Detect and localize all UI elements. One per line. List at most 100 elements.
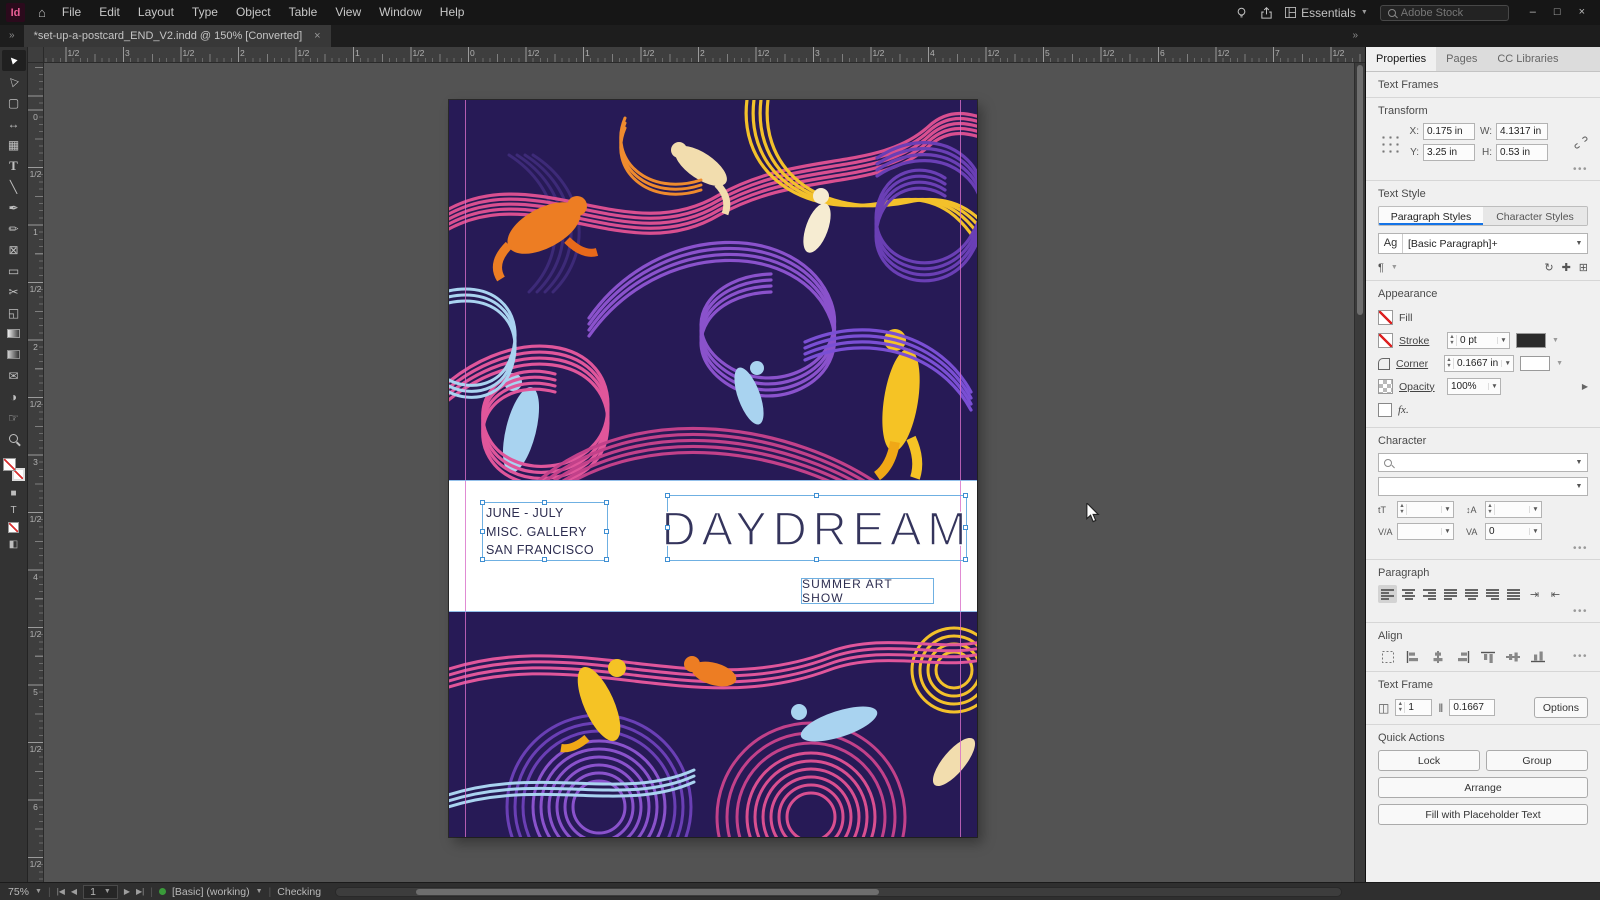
learn-bulb-icon[interactable] bbox=[1235, 6, 1248, 20]
opacity-label[interactable]: Opacity bbox=[1399, 381, 1441, 393]
stroke-style-swatch[interactable] bbox=[1516, 333, 1546, 348]
tab-pages[interactable]: Pages bbox=[1436, 47, 1487, 71]
align-left-button[interactable] bbox=[1378, 585, 1397, 603]
line-tool[interactable]: ╲ bbox=[2, 176, 26, 197]
chevron-right-icon[interactable]: ▶ bbox=[1582, 382, 1588, 391]
paragraph-style-select[interactable]: Ag [Basic Paragraph]+ ▼ bbox=[1378, 233, 1588, 254]
lock-button[interactable]: Lock bbox=[1378, 750, 1480, 771]
more-options-icon[interactable]: ••• bbox=[1378, 607, 1588, 617]
more-options-icon[interactable]: ••• bbox=[1378, 165, 1588, 175]
ruler-v[interactable]: 1/2 0 1/2 1 1/2 2 1/2 3 1/2 4 1/2 5 1/2 6 1/2 bbox=[28, 63, 44, 882]
selection-handle[interactable] bbox=[604, 528, 609, 534]
gap-tool[interactable]: ↔ bbox=[2, 113, 26, 134]
stroke-weight-value[interactable]: 0 pt bbox=[1457, 335, 1497, 346]
align-center-button[interactable] bbox=[1399, 585, 1418, 603]
redefine-style-icon[interactable]: ↻ bbox=[1544, 261, 1553, 274]
align-left-edges-button[interactable] bbox=[1403, 648, 1422, 665]
minimize-button[interactable]: – bbox=[1521, 0, 1545, 25]
pencil-tool[interactable]: ✏ bbox=[2, 218, 26, 239]
character-styles-tab[interactable]: Character Styles bbox=[1483, 207, 1587, 225]
stroke-color-swatch[interactable] bbox=[1378, 333, 1393, 348]
indesign-app-icon[interactable]: Id bbox=[6, 3, 25, 22]
justify-left-button[interactable] bbox=[1441, 585, 1460, 603]
dock-collapse-icon[interactable]: » bbox=[0, 25, 24, 47]
chevron-down-icon[interactable]: ▼ bbox=[1441, 506, 1453, 513]
screen-mode-icon[interactable]: ◧ bbox=[3, 536, 25, 553]
type-tool[interactable]: T bbox=[2, 155, 26, 176]
align-h-center-button[interactable] bbox=[1428, 648, 1447, 665]
selection-handle[interactable] bbox=[963, 525, 968, 530]
more-options-icon[interactable]: ••• bbox=[1573, 651, 1588, 661]
columns-stepper[interactable]: ▲ ▼ 1 bbox=[1395, 699, 1433, 716]
style-panel-icon[interactable]: ⊞ bbox=[1579, 261, 1588, 274]
selection-handle[interactable] bbox=[480, 528, 485, 534]
direct-selection-tool[interactable]: △ bbox=[2, 71, 26, 92]
home-icon[interactable]: ⌂ bbox=[31, 5, 53, 20]
vertical-scrollbar[interactable] bbox=[1354, 63, 1365, 882]
pen-tool[interactable]: ✒ bbox=[2, 197, 26, 218]
paragraph-mark-icon[interactable]: ¶ bbox=[1378, 262, 1384, 274]
indent-right-icon[interactable]: ⇤ bbox=[1546, 585, 1565, 603]
menu-edit[interactable]: Edit bbox=[90, 0, 129, 25]
zoom-tool[interactable] bbox=[2, 428, 26, 449]
hand-tool[interactable]: ☞ bbox=[2, 407, 26, 428]
subtitle-text-frame[interactable]: SUMMER ART SHOW bbox=[801, 577, 934, 605]
font-style-combo[interactable]: ▼ bbox=[1378, 477, 1588, 496]
horizontal-scrollbar-thumb[interactable] bbox=[416, 888, 879, 895]
effects-icon[interactable] bbox=[1378, 402, 1392, 417]
opacity-stepper[interactable]: 100% ▼ bbox=[1447, 378, 1501, 395]
justify-all-button[interactable] bbox=[1504, 585, 1523, 603]
panel-collapse-icon[interactable]: » bbox=[1352, 25, 1358, 47]
opacity-value[interactable]: 100% bbox=[1448, 381, 1488, 392]
menu-help[interactable]: Help bbox=[431, 0, 474, 25]
corner-radius-stepper[interactable]: ▲ ▼ 0.1667 in ▼ bbox=[1444, 355, 1515, 372]
align-v-center-button[interactable] bbox=[1503, 648, 1522, 665]
align-to-selection-icon[interactable] bbox=[1378, 648, 1397, 665]
page-number-box[interactable]: 1 ▼ bbox=[83, 884, 118, 899]
corner-radius-value[interactable]: 0.1667 in bbox=[1454, 358, 1501, 369]
first-page-button[interactable]: |◀ bbox=[57, 887, 65, 896]
menu-window[interactable]: Window bbox=[370, 0, 431, 25]
selection-tool[interactable]: ▲ bbox=[1, 50, 26, 71]
tracking-value[interactable]: 0 bbox=[1486, 526, 1529, 537]
chevron-down-icon[interactable]: ▼ bbox=[1497, 337, 1509, 344]
chevron-down-icon[interactable]: ▼ bbox=[256, 888, 263, 895]
rectangle-tool[interactable]: ▭ bbox=[2, 260, 26, 281]
tab-cc-libraries[interactable]: CC Libraries bbox=[1487, 47, 1568, 71]
align-right-edges-button[interactable] bbox=[1453, 648, 1472, 665]
menu-layout[interactable]: Layout bbox=[129, 0, 183, 25]
selection-handle[interactable] bbox=[604, 500, 609, 505]
menu-table[interactable]: Table bbox=[280, 0, 327, 25]
document-tab[interactable]: *set-up-a-postcard_END_V2.indd @ 150% [C… bbox=[23, 25, 331, 47]
preflight-profile[interactable]: [Basic] (working) bbox=[172, 886, 250, 898]
indent-left-icon[interactable]: ⇥ bbox=[1525, 585, 1544, 603]
align-top-edges-button[interactable] bbox=[1478, 648, 1497, 665]
workspace-switcher[interactable]: Essentials ▼ bbox=[1285, 6, 1368, 20]
ruler-origin-corner[interactable] bbox=[28, 47, 44, 63]
menu-object[interactable]: Object bbox=[227, 0, 280, 25]
selection-handle[interactable] bbox=[542, 500, 547, 505]
stock-search-input[interactable] bbox=[1400, 6, 1501, 19]
previous-page-button[interactable]: ◀ bbox=[71, 887, 77, 896]
selection-handle[interactable] bbox=[665, 557, 670, 562]
fill-stroke-swatches[interactable] bbox=[2, 458, 25, 481]
reference-point-proxy[interactable] bbox=[1378, 131, 1399, 153]
fill-swatch[interactable] bbox=[2, 458, 16, 471]
align-bottom-edges-button[interactable] bbox=[1528, 648, 1547, 665]
free-transform-tool[interactable]: ◱ bbox=[2, 302, 26, 323]
fill-placeholder-button[interactable]: Fill with Placeholder Text bbox=[1378, 804, 1588, 825]
corner-style-swatch[interactable] bbox=[1520, 356, 1551, 371]
selection-handle[interactable] bbox=[814, 557, 819, 562]
stroke-weight-stepper[interactable]: ▲ ▼ 0 pt ▼ bbox=[1447, 332, 1510, 349]
paragraph-styles-tab[interactable]: Paragraph Styles bbox=[1379, 207, 1483, 225]
scissors-tool[interactable]: ✂ bbox=[2, 281, 26, 302]
chevron-down-icon[interactable]: ▼ bbox=[1441, 528, 1453, 535]
info-text-frame[interactable]: JUNE - JULY MISC. GALLERY SAN FRANCISCO bbox=[480, 500, 609, 562]
align-right-button[interactable] bbox=[1420, 585, 1439, 603]
tracking-combo[interactable]: 0 ▼ bbox=[1485, 523, 1542, 540]
zoom-level[interactable]: 75% bbox=[8, 886, 29, 898]
tab-properties[interactable]: Properties bbox=[1366, 47, 1437, 71]
selection-handle[interactable] bbox=[814, 493, 819, 498]
rectangle-frame-tool[interactable]: ⊠ bbox=[2, 239, 26, 260]
menu-file[interactable]: File bbox=[53, 0, 90, 25]
